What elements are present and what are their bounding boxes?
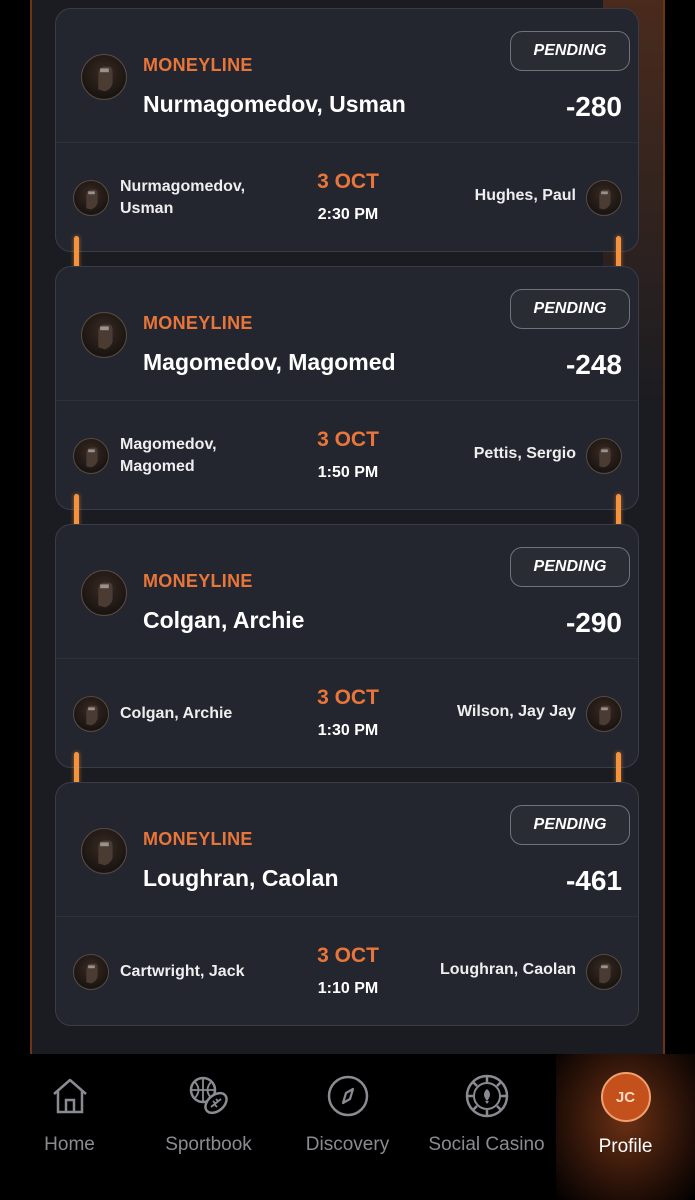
home-icon <box>52 1078 87 1114</box>
avatar-initials: JC <box>615 1088 636 1106</box>
card-divider <box>56 142 638 143</box>
fighter-left-name: Cartwright, Jack <box>120 963 245 980</box>
fighter-right-name: Pettis, Sergio <box>473 445 576 462</box>
nav-label: Home <box>44 1134 95 1155</box>
status-badge: PENDING <box>510 805 630 845</box>
status-badge: PENDING <box>510 31 630 71</box>
fighter-glove-icon <box>73 180 109 216</box>
fighter-glove-icon <box>81 570 127 616</box>
event-time: 1:10 PM <box>317 980 379 997</box>
fighter-glove-icon <box>73 438 109 474</box>
fighter-glove-icon <box>81 54 127 100</box>
fighter-right-name: Hughes, Paul <box>474 187 576 204</box>
nav-label: Discovery <box>305 1134 390 1155</box>
market-label: MONEYLINE <box>143 571 253 591</box>
card-divider <box>56 916 638 917</box>
selection-name: Loughran, Caolan <box>143 865 339 891</box>
fighter-right-name: Wilson, Jay Jay <box>456 703 576 720</box>
avatar: JC <box>600 1072 651 1122</box>
fighter-left-name: Colgan, Archie <box>120 705 233 722</box>
fighter-glove-icon <box>586 180 622 216</box>
nav-label: Sportbook <box>165 1134 252 1155</box>
fighter-glove-icon <box>586 954 622 990</box>
event-time: 2:30 PM <box>317 206 379 223</box>
nav-item-sportbook[interactable]: Sportbook <box>139 1054 278 1200</box>
fighter-glove-icon <box>73 954 109 990</box>
event-time: 1:30 PM <box>317 722 379 739</box>
compass-icon <box>327 1075 368 1117</box>
nav-item-home[interactable]: Home <box>0 1054 139 1200</box>
market-label: MONEYLINE <box>143 829 253 849</box>
card-divider <box>56 400 638 401</box>
event-date: 3 OCT <box>317 170 379 193</box>
fighter-right-name: Loughran, Caolan <box>440 961 576 978</box>
fighter-glove-icon <box>73 696 109 732</box>
bet-card[interactable]: MONEYLINE Magomedov, Magomed -248 PENDIN… <box>55 266 639 510</box>
event-date: 3 OCT <box>317 686 379 709</box>
fighter-left-name: Magomedov, Magomed <box>120 436 217 475</box>
bet-card[interactable]: MONEYLINE Nurmagomedov, Usman -280 PENDI… <box>55 8 639 252</box>
nav-item-social-casino[interactable]: Social Casino <box>417 1054 556 1200</box>
selection-name: Nurmagomedov, Usman <box>143 91 406 117</box>
status-badge: PENDING <box>510 547 630 587</box>
market-label: MONEYLINE <box>143 55 253 75</box>
sports-balls-icon <box>189 1076 228 1115</box>
bottom-nav: Home Sportbook Discovery Social Casino J… <box>0 1054 695 1200</box>
card-divider <box>56 658 638 659</box>
selection-name: Magomedov, Magomed <box>143 349 396 375</box>
event-time: 1:50 PM <box>317 464 379 481</box>
odds-value: -461 <box>565 865 622 896</box>
bet-card[interactable]: MONEYLINE Colgan, Archie -290 PENDING Co… <box>55 524 639 768</box>
status-badge: PENDING <box>510 289 630 329</box>
selection-name: Colgan, Archie <box>143 607 305 633</box>
event-date: 3 OCT <box>317 428 379 451</box>
fighter-glove-icon <box>81 312 127 358</box>
nav-label: Profile <box>598 1136 653 1157</box>
nav-item-profile[interactable]: JC Profile <box>556 1054 695 1200</box>
nav-label: Social Casino <box>428 1134 545 1155</box>
event-date: 3 OCT <box>317 944 379 967</box>
fighter-glove-icon <box>586 438 622 474</box>
fighter-glove-icon <box>81 828 127 874</box>
casino-chip-icon <box>465 1074 508 1118</box>
nav-item-discovery[interactable]: Discovery <box>278 1054 417 1200</box>
odds-value: -280 <box>565 91 622 122</box>
odds-value: -248 <box>565 349 622 380</box>
fighter-glove-icon <box>586 696 622 732</box>
bet-card[interactable]: MONEYLINE Loughran, Caolan -461 PENDING … <box>55 782 639 1026</box>
market-label: MONEYLINE <box>143 313 253 333</box>
fighter-left-name: Nurmagomedov, Usman <box>120 178 246 217</box>
odds-value: -290 <box>565 607 622 638</box>
